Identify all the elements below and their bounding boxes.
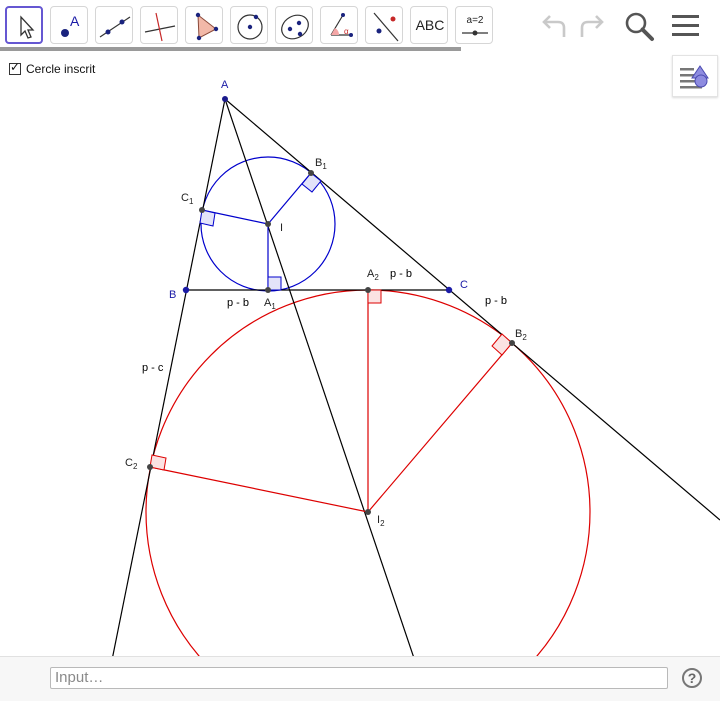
circle-tool-button[interactable] [230,6,268,44]
conic-tool-button[interactable] [275,6,313,44]
label-c2: C2 [125,457,138,471]
point-i2[interactable] [365,509,371,515]
search-icon [625,12,654,41]
point-a[interactable] [222,96,228,102]
perpendicular-line-icon [144,12,176,42]
redo-icon [580,15,604,37]
point-icon: A [61,13,80,37]
circle-icon [237,14,263,40]
input-bar: Input… ? [0,656,720,701]
toolbar-progress-bar [0,47,461,51]
polygon-tool-button[interactable] [185,6,223,44]
angle-icon: α [330,13,353,37]
point-tool-button[interactable]: A [50,6,88,44]
point-b1[interactable] [308,170,314,176]
hamburger-menu-icon [672,15,699,36]
point-a2[interactable] [365,287,371,293]
text-tool-button[interactable]: ABC [410,6,448,44]
cursor-arrow-icon [20,15,35,39]
label-b: B [169,289,176,301]
incircle-checkbox-row[interactable]: Cercle inscrit [9,60,96,77]
point-b[interactable] [182,286,190,294]
label-b1: B1 [315,157,327,171]
line-ac[interactable] [224,98,720,521]
label-i2: I2 [377,514,385,528]
point-a1[interactable] [265,287,271,293]
search-button[interactable] [621,8,657,44]
line-icon [99,16,131,38]
reflect-tool-button[interactable] [365,6,403,44]
point-c2[interactable] [147,464,153,470]
radius-i2c2 [149,466,369,513]
incircle-checkbox-label: Cercle inscrit [26,62,96,76]
segment-label-pb-ba1: p - b [227,297,249,309]
label-a2: A2 [367,268,379,282]
point-c[interactable] [445,286,453,294]
polygon-icon [195,12,219,41]
segment-label-pb-cb2: p - b [485,295,507,307]
incircle-checkbox[interactable] [9,60,21,75]
text-tool-label: ABC [415,17,445,33]
reflect-line-icon [373,12,399,42]
slider-tool-button[interactable]: a=2 [455,6,493,44]
perpendicular-line-tool-button[interactable] [140,6,178,44]
radius-i2b2 [367,342,513,513]
redo-button[interactable] [574,8,610,44]
segment-label-pb-a2c: p - b [390,268,412,280]
undo-icon [542,15,566,37]
label-a1: A1 [264,297,276,311]
label-i: I [280,222,283,234]
line-tool-button[interactable] [95,6,133,44]
label-b2: B2 [515,328,527,342]
label-a: A [221,79,229,91]
undo-button[interactable] [536,8,572,44]
segment-label-pc: p - c [142,362,164,374]
menu-button[interactable] [668,8,704,44]
graphics-style-icon [680,65,709,89]
help-icon[interactable]: ? [682,668,702,688]
right-angle-b2 [491,333,513,356]
svg-text:α: α [344,27,349,36]
move-tool-button[interactable] [5,6,43,44]
point-c1[interactable] [199,207,205,213]
graphics-canvas[interactable]: A B C B1 C1 I A1 A2 B2 C2 I2 p - b p - b… [0,52,720,656]
toolbar: A α ABC a=2 [0,0,720,52]
svg-text:A: A [70,13,80,29]
style-bar-toggle-button[interactable] [672,55,718,97]
algebra-input-field[interactable]: Input… [50,667,668,689]
angle-tool-button[interactable]: α [320,6,358,44]
point-i[interactable] [265,221,271,227]
slider-icon [462,30,488,36]
ellipse-icon [281,14,309,40]
label-c1: C1 [181,192,194,206]
point-b2[interactable] [509,340,515,346]
line-ab[interactable] [110,98,226,656]
bisector-line[interactable] [224,98,418,656]
label-c: C [460,279,468,291]
